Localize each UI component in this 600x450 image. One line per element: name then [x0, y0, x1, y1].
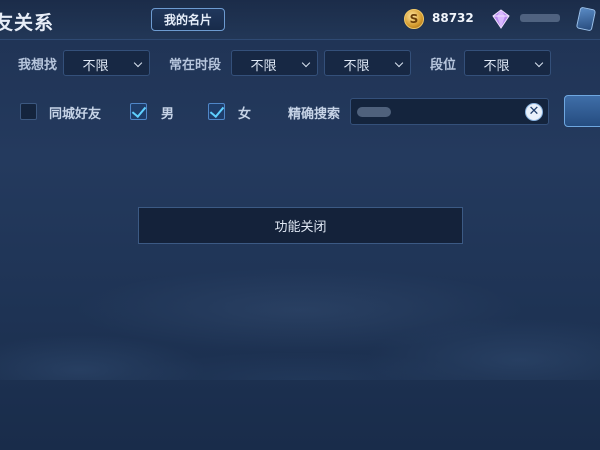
- female-label: 女: [238, 107, 252, 122]
- feature-closed-notice: 功能关闭: [138, 207, 463, 244]
- want-dropdown[interactable]: 不限: [63, 50, 150, 76]
- rank-dropdown[interactable]: 不限: [464, 50, 551, 76]
- background-mountains: [0, 260, 600, 380]
- search-value-hidden: [357, 107, 391, 117]
- gold-coin-icon: S: [404, 9, 424, 29]
- time-start-dropdown[interactable]: 不限: [231, 50, 318, 76]
- my-card-button[interactable]: 我的名片: [151, 8, 225, 31]
- time-start-value: 不限: [250, 59, 277, 74]
- diamond-gem-icon: [492, 9, 510, 29]
- time-end-value: 不限: [343, 59, 370, 74]
- male-label: 男: [161, 107, 175, 122]
- chevron-down-icon: [534, 58, 544, 68]
- ticket-card-icon[interactable]: [575, 6, 597, 32]
- want-label: 我想找: [18, 58, 58, 73]
- male-checkbox[interactable]: [130, 103, 147, 120]
- gem-amount-hidden: [520, 14, 560, 22]
- chevron-down-icon: [394, 58, 404, 68]
- precise-search-label: 精确搜索: [288, 107, 341, 122]
- rank-value: 不限: [483, 59, 510, 74]
- chevron-down-icon: [301, 58, 311, 68]
- precise-search-input[interactable]: ✕: [350, 98, 549, 125]
- female-checkbox[interactable]: [208, 103, 225, 120]
- chevron-down-icon: [133, 58, 143, 68]
- clear-x-icon[interactable]: ✕: [525, 103, 543, 121]
- rank-label: 段位: [430, 58, 457, 73]
- same-city-checkbox[interactable]: [20, 103, 37, 120]
- time-label: 常在时段: [169, 58, 222, 73]
- same-city-label: 同城好友: [49, 107, 102, 122]
- want-dropdown-value: 不限: [82, 59, 109, 74]
- background-glow: [0, 250, 600, 370]
- top-bar: 友关系 我的名片 S 88732: [0, 0, 600, 40]
- coin-amount: 88732: [432, 11, 474, 25]
- page-title: 友关系: [0, 12, 55, 34]
- search-button[interactable]: [564, 95, 600, 127]
- time-end-dropdown[interactable]: 不限: [324, 50, 411, 76]
